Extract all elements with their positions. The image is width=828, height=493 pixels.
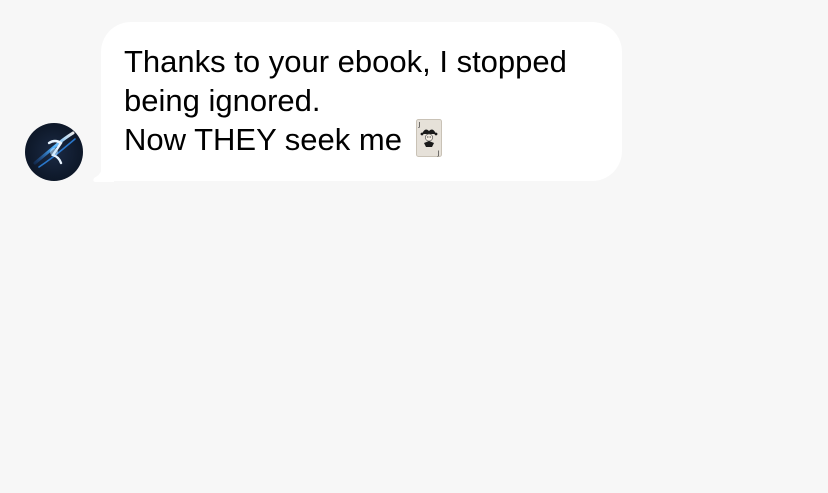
avatar-swirl-logo-icon: [33, 131, 76, 168]
svg-text:J: J: [417, 121, 420, 128]
message-text: Thanks to your ebook, I stopped being ig…: [124, 42, 604, 161]
svg-text:J: J: [437, 150, 440, 157]
message-line: being ignored.: [124, 83, 321, 118]
chat-area: Thanks to your ebook, I stopped being ig…: [0, 0, 828, 493]
message-line-text: Now THEY seek me: [124, 122, 402, 157]
incoming-message: Thanks to your ebook, I stopped being ig…: [0, 0, 828, 200]
joker-card-icon: J J: [415, 118, 442, 157]
sender-avatar[interactable]: [25, 123, 83, 181]
message-line: Thanks to your ebook, I stopped: [124, 44, 567, 79]
message-line: Now THEY seek me J J: [124, 118, 604, 161]
